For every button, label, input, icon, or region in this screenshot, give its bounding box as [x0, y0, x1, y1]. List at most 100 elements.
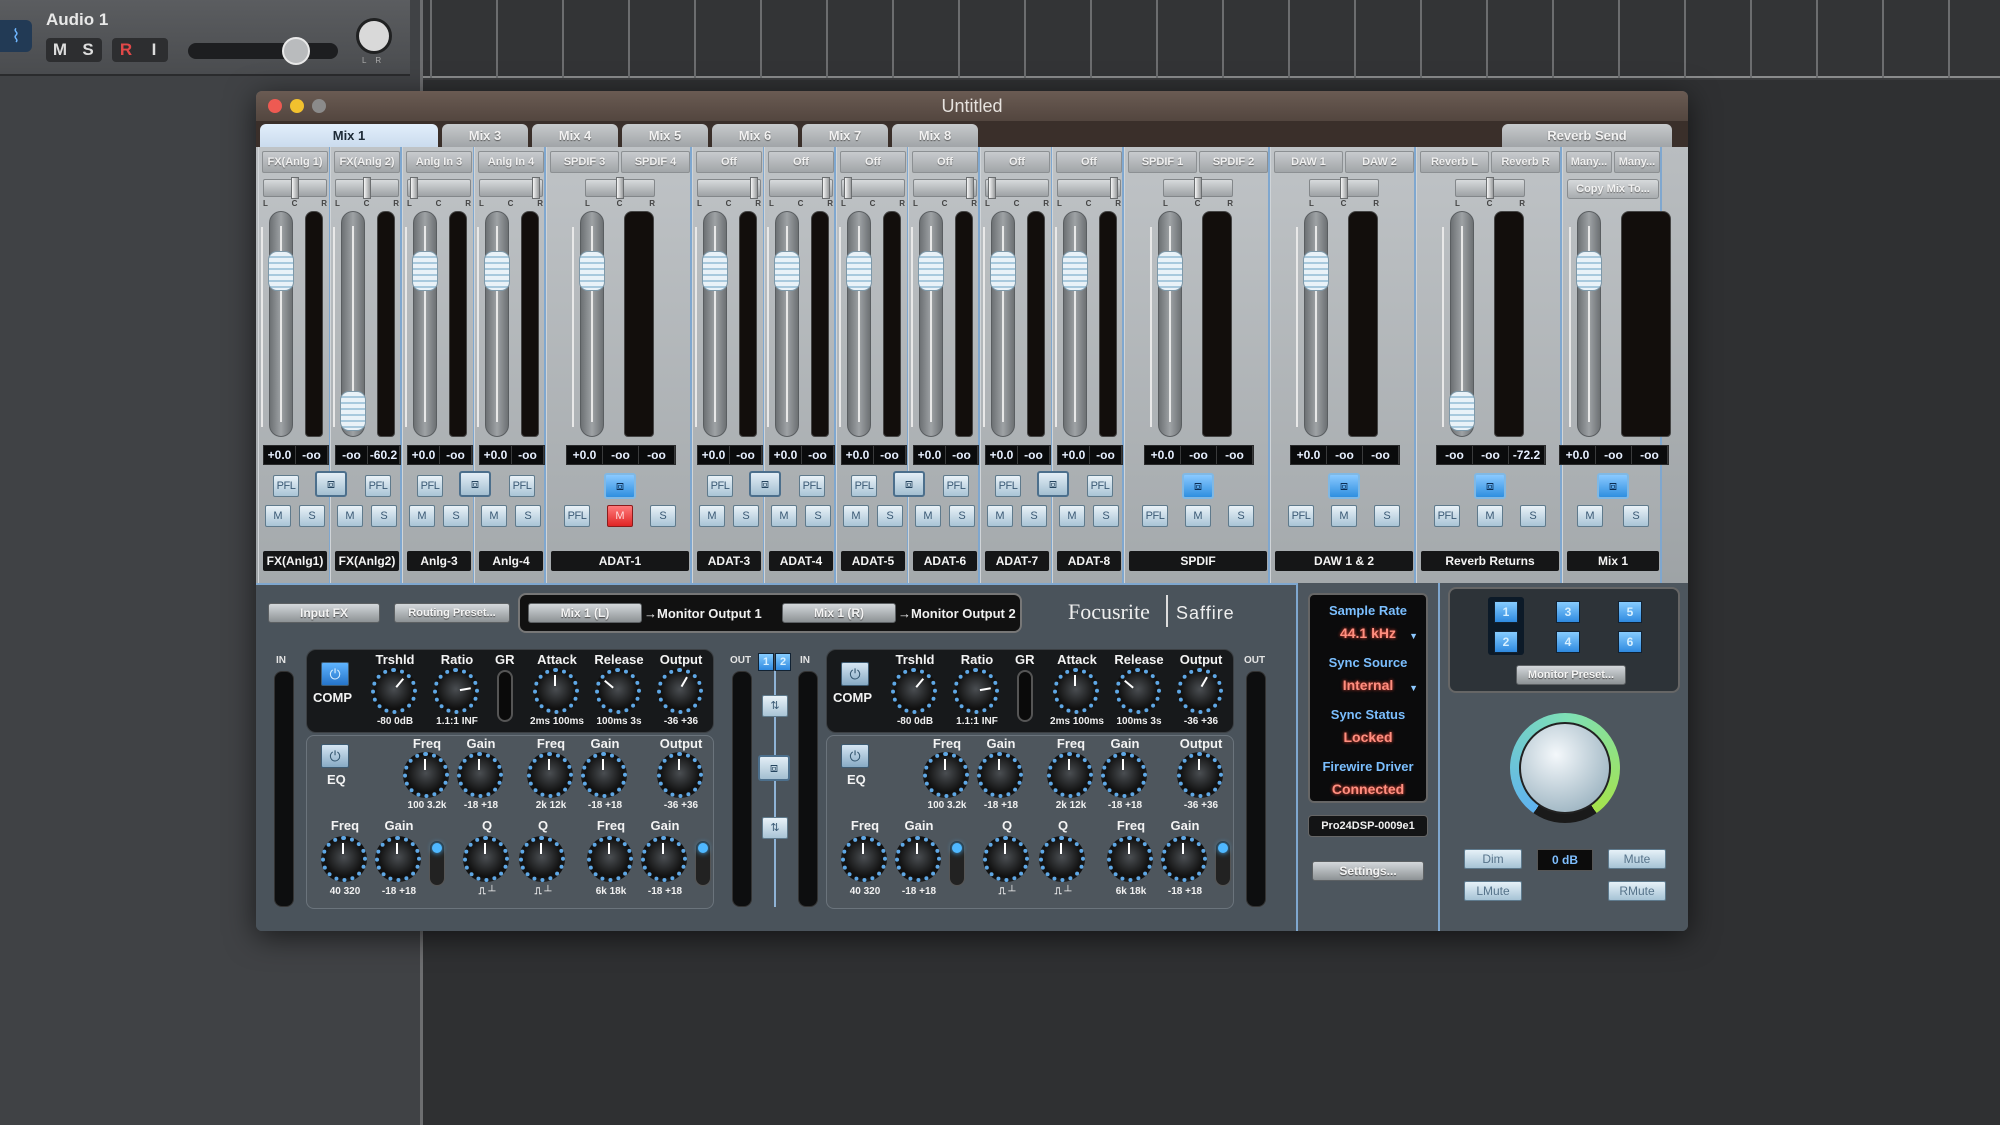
- monitor-preset-3[interactable]: 3: [1556, 601, 1580, 623]
- low-shelf-switch[interactable]: [949, 840, 965, 886]
- stereo-link-icon[interactable]: ⧈: [1474, 473, 1506, 499]
- fader-handle[interactable]: [1157, 251, 1183, 291]
- pan-handle[interactable]: [363, 177, 371, 199]
- eq-knob[interactable]: [527, 752, 573, 798]
- eq-power-icon[interactable]: ⏻: [321, 744, 349, 768]
- mute-button[interactable]: M: [1477, 505, 1503, 527]
- daw-timeline-ruler[interactable]: [420, 0, 2000, 78]
- mute-button[interactable]: M: [607, 505, 633, 527]
- pan-handle[interactable]: [410, 177, 418, 199]
- stereo-link-icon[interactable]: ⧈: [749, 471, 781, 497]
- mute-button[interactable]: M: [1577, 505, 1603, 527]
- fader-handle[interactable]: [774, 251, 800, 291]
- fader-handle[interactable]: [1449, 391, 1475, 431]
- input-source-select[interactable]: SPDIF 1: [1128, 151, 1197, 173]
- track-mute-button[interactable]: M: [46, 38, 74, 62]
- input-source-select[interactable]: Anlg In 4: [478, 151, 544, 173]
- mute-button[interactable]: M: [699, 505, 725, 527]
- comp-power-icon[interactable]: ⏻: [841, 662, 869, 686]
- pan-handle[interactable]: [1340, 177, 1348, 199]
- solo-button[interactable]: S: [299, 505, 325, 527]
- fader-track[interactable]: [991, 211, 1015, 437]
- pan-slider[interactable]: [263, 177, 327, 199]
- right-mute-button[interactable]: RMute: [1608, 881, 1666, 901]
- fader-handle[interactable]: [340, 391, 366, 431]
- pfl-button[interactable]: PFL: [799, 475, 825, 497]
- fader-handle[interactable]: [1062, 251, 1088, 291]
- monitor-preset-4[interactable]: 4: [1556, 631, 1580, 653]
- comp-knob[interactable]: [1115, 668, 1161, 714]
- input-source-select[interactable]: Reverb R: [1491, 151, 1560, 173]
- copy-settings-down-up-icon[interactable]: ⇅: [762, 817, 788, 839]
- comp-knob[interactable]: [595, 668, 641, 714]
- solo-button[interactable]: S: [515, 505, 541, 527]
- input-source-select[interactable]: Off: [912, 151, 978, 173]
- track-input-monitor-button[interactable]: I: [140, 38, 168, 62]
- solo-button[interactable]: S: [371, 505, 397, 527]
- track-pan-knob[interactable]: [356, 18, 392, 54]
- solo-button[interactable]: S: [1623, 505, 1649, 527]
- pan-slider[interactable]: [1309, 177, 1379, 199]
- stereo-link-icon[interactable]: ⧈: [315, 471, 347, 497]
- fx-channel-2-button[interactable]: 2: [775, 653, 791, 671]
- input-source-select[interactable]: Many...: [1614, 151, 1660, 173]
- stereo-link-icon[interactable]: ⧈: [1182, 473, 1214, 499]
- dropdown-arrow-icon[interactable]: ▼: [1409, 683, 1418, 693]
- pan-handle[interactable]: [822, 177, 830, 199]
- pan-handle[interactable]: [291, 177, 299, 199]
- eq-band-knob[interactable]: [1161, 836, 1207, 882]
- mute-button[interactable]: M: [337, 505, 363, 527]
- pan-slider[interactable]: [1455, 177, 1525, 199]
- fader-handle[interactable]: [268, 251, 294, 291]
- fader-track[interactable]: [919, 211, 943, 437]
- input-source-select[interactable]: FX(Anlg 2): [334, 151, 400, 173]
- track-name[interactable]: Audio 1: [46, 10, 108, 30]
- eq-band-knob[interactable]: [587, 836, 633, 882]
- pan-handle[interactable]: [1486, 177, 1494, 199]
- eq-knob[interactable]: [581, 752, 627, 798]
- comp-knob[interactable]: [433, 668, 479, 714]
- solo-button[interactable]: S: [1021, 505, 1047, 527]
- stereo-link-icon[interactable]: ⧈: [604, 473, 636, 499]
- pan-slider[interactable]: [1163, 177, 1233, 199]
- solo-button[interactable]: S: [443, 505, 469, 527]
- pfl-button[interactable]: PFL: [1087, 475, 1113, 497]
- stereo-link-icon[interactable]: ⧈: [459, 471, 491, 497]
- fader-handle[interactable]: [918, 251, 944, 291]
- input-source-select[interactable]: Off: [1056, 151, 1122, 173]
- pan-slider[interactable]: [1057, 177, 1121, 199]
- comp-knob[interactable]: [657, 668, 703, 714]
- high-shelf-switch[interactable]: [695, 840, 711, 886]
- left-mute-button[interactable]: LMute: [1464, 881, 1522, 901]
- track-solo-button[interactable]: S: [74, 38, 102, 62]
- tab-reverb-send[interactable]: Reverb Send: [1502, 124, 1672, 148]
- fader-track[interactable]: [1063, 211, 1087, 437]
- tab-mix-4[interactable]: Mix 4: [532, 124, 618, 148]
- eq-knob[interactable]: [977, 752, 1023, 798]
- monitor-preset-6[interactable]: 6: [1618, 631, 1642, 653]
- monitor-volume-knob[interactable]: [1510, 713, 1620, 823]
- pfl-button[interactable]: PFL: [851, 475, 877, 497]
- eq-power-icon[interactable]: ⏻: [841, 744, 869, 768]
- stereo-link-icon[interactable]: ⧈: [1037, 471, 1069, 497]
- eq-band-knob[interactable]: [1039, 836, 1085, 882]
- pan-slider[interactable]: [841, 177, 905, 199]
- pfl-button[interactable]: PFL: [365, 475, 391, 497]
- fader-handle[interactable]: [484, 251, 510, 291]
- mute-button[interactable]: M: [409, 505, 435, 527]
- pan-handle[interactable]: [966, 177, 974, 199]
- fader-track[interactable]: [847, 211, 871, 437]
- solo-button[interactable]: S: [1093, 505, 1119, 527]
- track-record-button[interactable]: R: [112, 38, 140, 62]
- fader-handle[interactable]: [412, 251, 438, 291]
- input-source-select[interactable]: DAW 1: [1274, 151, 1343, 173]
- fader-track[interactable]: [703, 211, 727, 437]
- monitor-preset-2[interactable]: 2: [1494, 631, 1518, 653]
- eq-band-knob[interactable]: [519, 836, 565, 882]
- eq-knob[interactable]: [1047, 752, 1093, 798]
- pfl-button[interactable]: PFL: [707, 475, 733, 497]
- fader-track[interactable]: [1304, 211, 1328, 437]
- mute-button[interactable]: M: [1331, 505, 1357, 527]
- fader-track[interactable]: [775, 211, 799, 437]
- eq-band-knob[interactable]: [983, 836, 1029, 882]
